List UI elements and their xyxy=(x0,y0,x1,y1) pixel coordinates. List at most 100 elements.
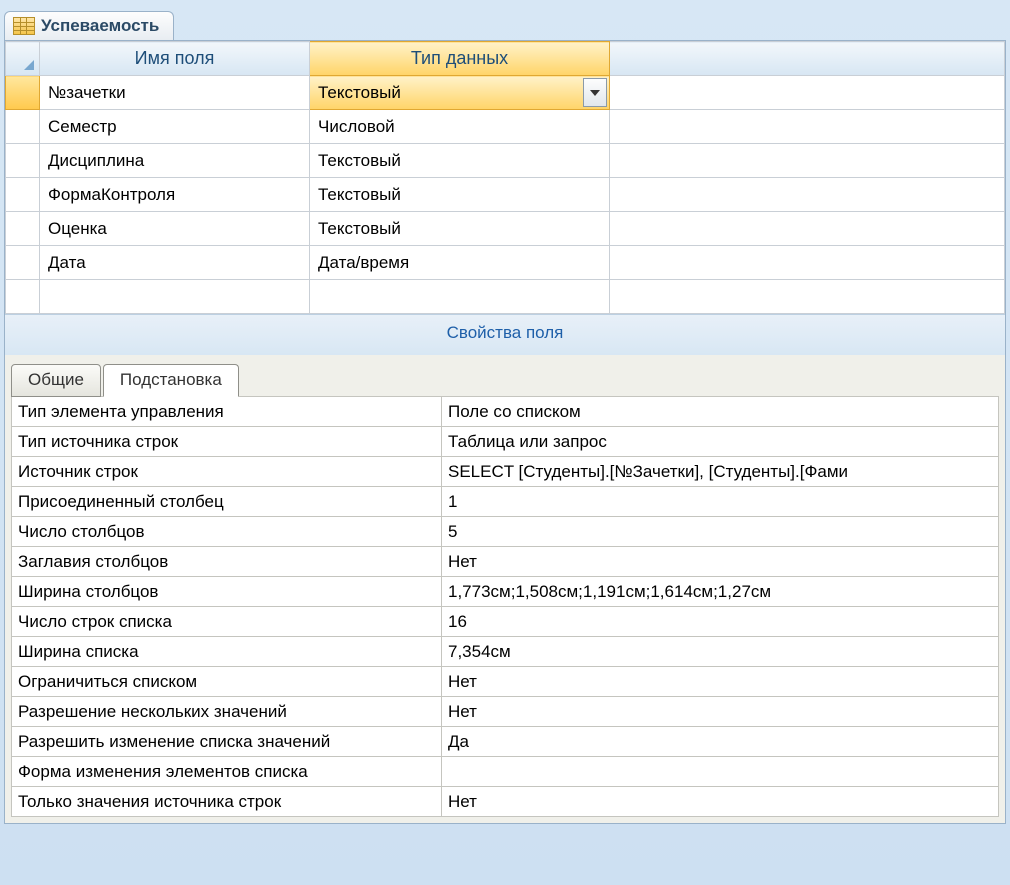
property-row[interactable]: Источник строкSELECT [Студенты].[№Зачетк… xyxy=(12,457,999,487)
property-value[interactable]: 16 xyxy=(442,607,999,637)
col-header-type[interactable]: Тип данных xyxy=(310,42,610,76)
property-row[interactable]: Ограничиться спискомНет xyxy=(12,667,999,697)
property-value[interactable]: 1 xyxy=(442,487,999,517)
property-value[interactable]: SELECT [Студенты].[№Зачетки], [Студенты]… xyxy=(442,457,999,487)
row-selector[interactable] xyxy=(6,212,40,246)
field-type-value: Текстовый xyxy=(318,185,401,204)
field-type-cell[interactable]: Текстовый xyxy=(310,178,610,212)
row-selector[interactable] xyxy=(6,246,40,280)
field-type-value: Дата/время xyxy=(318,253,409,272)
row-blank[interactable] xyxy=(610,280,1005,314)
property-row[interactable]: Форма изменения элементов списка xyxy=(12,757,999,787)
property-label: Разрешить изменение списка значений xyxy=(12,727,442,757)
property-label: Тип элемента управления xyxy=(12,397,442,427)
row-selector[interactable] xyxy=(6,280,40,314)
field-row[interactable]: Дисциплина Текстовый xyxy=(6,144,1005,178)
property-row[interactable]: Тип источника строкТаблица или запрос xyxy=(12,427,999,457)
table-icon xyxy=(13,17,35,35)
property-label: Разрешение нескольких значений xyxy=(12,697,442,727)
field-type-cell[interactable] xyxy=(310,280,610,314)
col-header-name[interactable]: Имя поля xyxy=(40,42,310,76)
property-label: Число строк списка xyxy=(12,607,442,637)
field-row[interactable]: №зачетки Текстовый xyxy=(6,76,1005,110)
field-row-empty[interactable] xyxy=(6,280,1005,314)
field-type-value: Текстовый xyxy=(318,219,401,238)
property-row[interactable]: Ширина списка7,354см xyxy=(12,637,999,667)
field-design-grid[interactable]: Имя поля Тип данных №зачетки Текстовый Сем… xyxy=(5,41,1005,314)
property-label: Ширина списка xyxy=(12,637,442,667)
field-type-cell[interactable]: Числовой xyxy=(310,110,610,144)
row-selector[interactable] xyxy=(6,76,40,110)
field-row[interactable]: Семестр Числовой xyxy=(6,110,1005,144)
property-row[interactable]: Число столбцов5 xyxy=(12,517,999,547)
window-frame: Успеваемость Имя поля Тип данных №зачетк… xyxy=(0,0,1010,885)
field-type-value: Числовой xyxy=(318,117,395,136)
field-row[interactable]: Оценка Текстовый xyxy=(6,212,1005,246)
row-blank[interactable] xyxy=(610,76,1005,110)
tab-general[interactable]: Общие xyxy=(11,364,101,397)
property-value[interactable]: Да xyxy=(442,727,999,757)
row-selector[interactable] xyxy=(6,110,40,144)
field-name-cell[interactable]: Дисциплина xyxy=(40,144,310,178)
field-name-cell[interactable]: Оценка xyxy=(40,212,310,246)
field-type-cell[interactable]: Текстовый xyxy=(310,144,610,178)
field-name-cell[interactable] xyxy=(40,280,310,314)
property-value[interactable]: Нет xyxy=(442,697,999,727)
row-blank[interactable] xyxy=(610,144,1005,178)
col-header-blank[interactable] xyxy=(610,42,1005,76)
property-tabs: Общие Подстановка xyxy=(11,355,999,396)
property-value[interactable] xyxy=(442,757,999,787)
field-type-cell[interactable]: Дата/время xyxy=(310,246,610,280)
row-blank[interactable] xyxy=(610,246,1005,280)
corner-cell[interactable] xyxy=(6,42,40,76)
property-sheet: Общие Подстановка Тип элемента управлени… xyxy=(5,355,1005,823)
field-name-cell[interactable]: ФормаКонтроля xyxy=(40,178,310,212)
row-blank[interactable] xyxy=(610,110,1005,144)
lookup-property-grid[interactable]: Тип элемента управленияПоле со спискомТи… xyxy=(11,396,999,817)
field-properties-heading: Свойства поля xyxy=(5,314,1005,355)
object-tab-title: Успеваемость xyxy=(41,16,159,36)
type-dropdown-button[interactable] xyxy=(583,78,607,107)
design-area: Имя поля Тип данных №зачетки Текстовый Сем… xyxy=(4,40,1006,824)
property-value[interactable]: Таблица или запрос xyxy=(442,427,999,457)
field-type-value: Текстовый xyxy=(318,83,401,102)
row-blank[interactable] xyxy=(610,178,1005,212)
property-value[interactable]: Нет xyxy=(442,547,999,577)
property-label: Тип источника строк xyxy=(12,427,442,457)
property-label: Только значения источника строк xyxy=(12,787,442,817)
field-row[interactable]: Дата Дата/время xyxy=(6,246,1005,280)
field-type-cell[interactable]: Текстовый xyxy=(310,212,610,246)
property-value[interactable]: Нет xyxy=(442,667,999,697)
row-selector[interactable] xyxy=(6,178,40,212)
property-row[interactable]: Присоединенный столбец1 xyxy=(12,487,999,517)
object-tab[interactable]: Успеваемость xyxy=(4,11,174,40)
property-label: Заглавия столбцов xyxy=(12,547,442,577)
field-name-cell[interactable]: Дата xyxy=(40,246,310,280)
property-label: Присоединенный столбец xyxy=(12,487,442,517)
property-value[interactable]: Поле со списком xyxy=(442,397,999,427)
tab-lookup[interactable]: Подстановка xyxy=(103,364,239,397)
property-label: Число столбцов xyxy=(12,517,442,547)
property-row[interactable]: Заглавия столбцовНет xyxy=(12,547,999,577)
property-row[interactable]: Разрешение нескольких значенийНет xyxy=(12,697,999,727)
property-row[interactable]: Число строк списка16 xyxy=(12,607,999,637)
property-row[interactable]: Только значения источника строкНет xyxy=(12,787,999,817)
property-value[interactable]: 5 xyxy=(442,517,999,547)
field-name-cell[interactable]: Семестр xyxy=(40,110,310,144)
property-row[interactable]: Тип элемента управленияПоле со списком xyxy=(12,397,999,427)
field-row[interactable]: ФормаКонтроля Текстовый xyxy=(6,178,1005,212)
row-blank[interactable] xyxy=(610,212,1005,246)
property-label: Ограничиться списком xyxy=(12,667,442,697)
property-row[interactable]: Ширина столбцов1,773см;1,508см;1,191см;1… xyxy=(12,577,999,607)
property-label: Ширина столбцов xyxy=(12,577,442,607)
field-type-value: Текстовый xyxy=(318,151,401,170)
property-value[interactable]: 7,354см xyxy=(442,637,999,667)
object-tab-bar: Успеваемость xyxy=(4,4,1006,40)
field-type-cell[interactable]: Текстовый xyxy=(310,76,610,110)
field-name-cell[interactable]: №зачетки xyxy=(40,76,310,110)
property-value[interactable]: Нет xyxy=(442,787,999,817)
property-value[interactable]: 1,773см;1,508см;1,191см;1,614см;1,27см xyxy=(442,577,999,607)
property-label: Источник строк xyxy=(12,457,442,487)
property-row[interactable]: Разрешить изменение списка значенийДа xyxy=(12,727,999,757)
row-selector[interactable] xyxy=(6,144,40,178)
